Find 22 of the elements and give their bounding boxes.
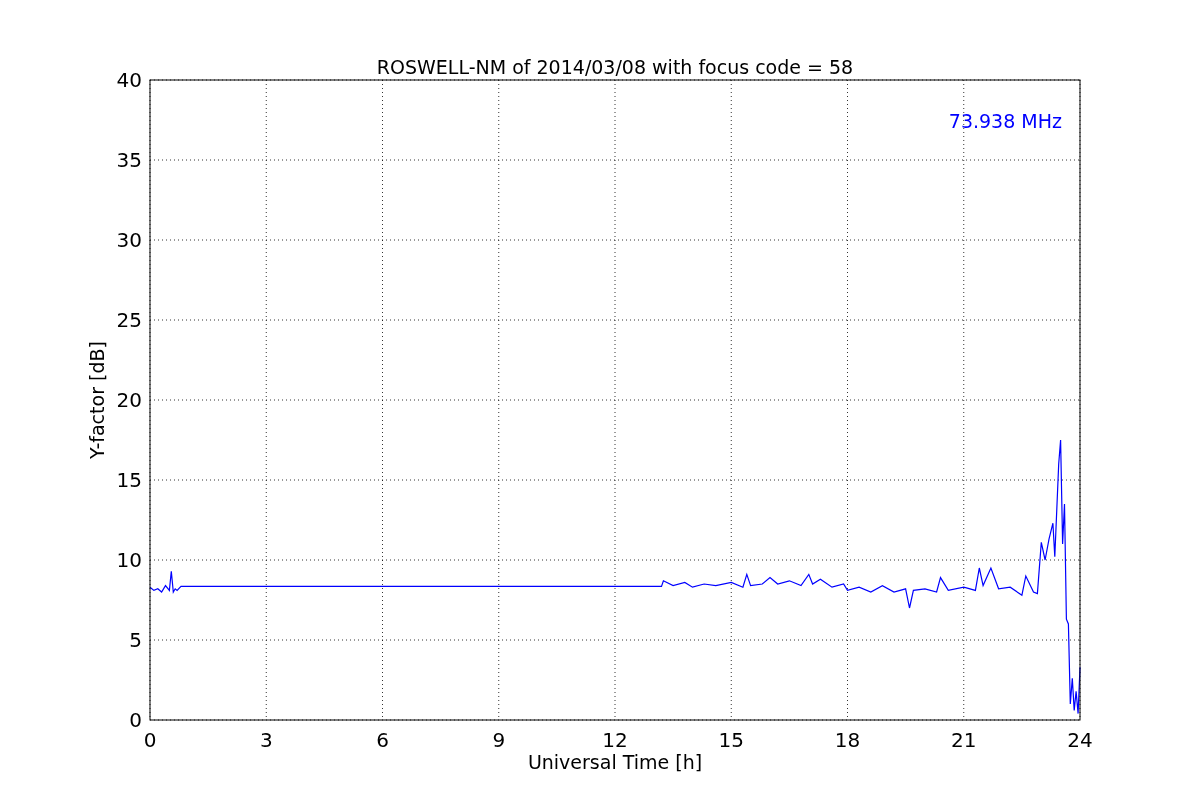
x-tick-label: 6	[376, 728, 389, 752]
y-tick-label: 5	[129, 628, 142, 652]
y-tick-label: 0	[129, 708, 142, 732]
x-axis-label: Universal Time [h]	[527, 751, 703, 773]
x-tick-label: 0	[143, 728, 157, 752]
y-tick-label: 30	[116, 228, 142, 252]
x-tick-label: 12	[602, 728, 628, 752]
y-axis-label: Y-factor [dB]	[86, 341, 108, 459]
x-tick-label: 18	[834, 728, 861, 752]
y-tick-label: 20	[116, 388, 142, 412]
x-tick-label: 24	[1067, 728, 1093, 752]
y-tick-label: 25	[116, 308, 142, 332]
y-tick-label: 10	[116, 548, 142, 572]
y-tick-label: 40	[116, 68, 142, 92]
x-tick-label: 15	[718, 728, 744, 752]
y-tick-label: 15	[116, 468, 142, 492]
x-tick-label: 9	[492, 728, 506, 752]
y-tick-label: 35	[116, 148, 142, 172]
x-tick-label: 21	[951, 728, 977, 752]
frequency-label: 73.938 MHz	[948, 110, 1062, 132]
x-tick-label: 3	[259, 728, 273, 752]
chart-title: ROSWELL-NM of 2014/03/08 with focus code = 58	[376, 56, 854, 78]
